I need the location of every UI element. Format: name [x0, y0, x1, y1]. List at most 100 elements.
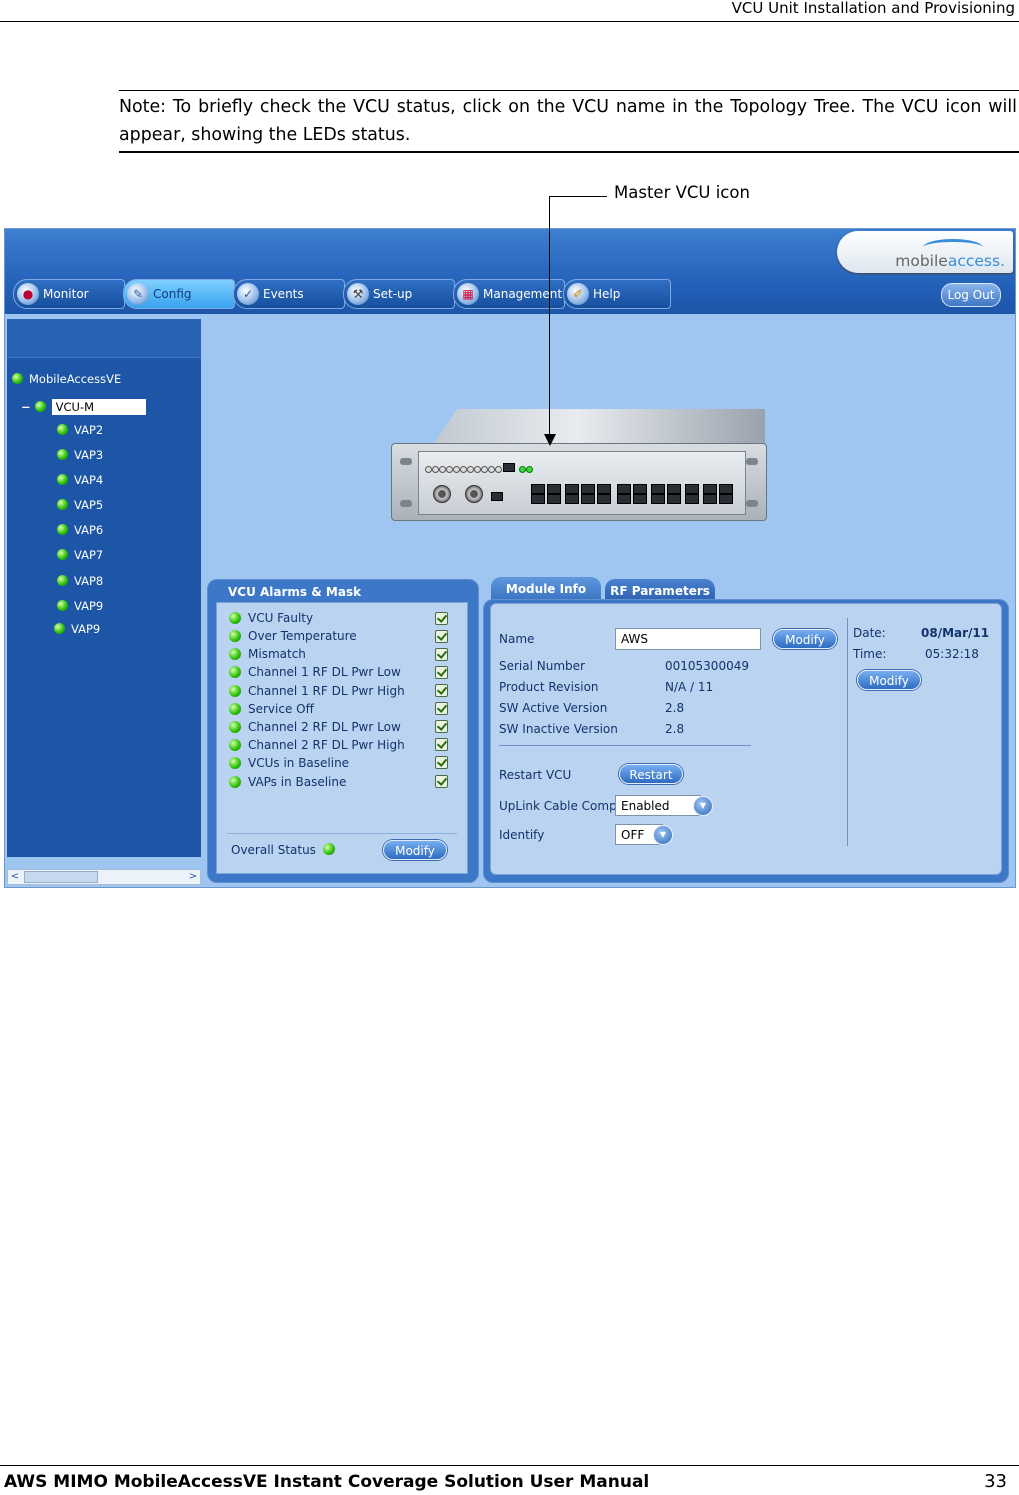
rack-ear-icon: [746, 500, 758, 507]
led-dot-icon: [446, 466, 453, 473]
tree-node-vap[interactable]: VAP9: [54, 621, 100, 637]
tab-module-info[interactable]: Module Info: [491, 577, 601, 601]
mask-checkbox[interactable]: [435, 775, 448, 788]
logout-button[interactable]: Log Out: [941, 283, 1001, 307]
tree-node-label: VAP6: [74, 523, 104, 537]
tree-node-vap[interactable]: VAP4: [57, 472, 103, 488]
app-screenshot: mobileaccess. ● Monitor ✎ Config ✓ Event…: [4, 228, 1016, 888]
tree-node-vap[interactable]: VAP7: [57, 547, 103, 563]
mask-checkbox[interactable]: [435, 648, 448, 661]
alarms-panel: VCU Alarms & Mask VCU Faulty Over Temper…: [207, 579, 479, 883]
overall-status-led-icon: [322, 843, 335, 855]
sfp-port-icon: [617, 484, 631, 494]
alarm-item: Over Temperature: [229, 628, 357, 644]
scroll-right-icon[interactable]: >: [186, 870, 200, 884]
sfp-port-icon: [547, 494, 561, 504]
alarm-item: VAPs in Baseline: [229, 774, 346, 790]
tab-monitor-label: Monitor: [43, 287, 89, 301]
restart-button[interactable]: Restart: [619, 764, 683, 784]
sfp-port-icon: [719, 484, 733, 494]
logo-text-a: mobile: [895, 252, 948, 270]
tree-scrollbar[interactable]: < >: [7, 869, 201, 885]
tree-root[interactable]: MobileAccessVE: [12, 371, 121, 387]
datetime-modify-button[interactable]: Modify: [857, 670, 921, 690]
tree-node-vap[interactable]: VAP3: [57, 447, 103, 463]
tree-node-vap[interactable]: VAP9: [57, 598, 103, 614]
mask-checkbox[interactable]: [435, 756, 448, 769]
status-led-icon: [229, 703, 241, 715]
sfp-port-icon: [633, 494, 647, 504]
scroll-left-icon[interactable]: <: [8, 870, 22, 884]
sfp-port-icon: [703, 484, 717, 494]
collapse-icon: −: [21, 400, 31, 414]
led-dot-icon: [474, 466, 481, 473]
name-modify-button[interactable]: Modify: [773, 629, 837, 649]
time-label: Time:: [853, 647, 887, 661]
status-led-icon: [229, 739, 241, 751]
name-field[interactable]: AWS: [615, 628, 761, 650]
mask-checkbox[interactable]: [435, 666, 448, 679]
help-icon: ✐: [567, 283, 589, 305]
divider: [499, 745, 751, 746]
sfp-port-icon: [651, 494, 665, 504]
overall-status: Overall Status: [231, 843, 341, 857]
restart-label: Restart VCU: [499, 768, 572, 782]
note-top-rule: [119, 90, 1019, 91]
status-led-icon: [34, 401, 46, 412]
sfp-port-icon: [531, 484, 545, 494]
sw-active-label: SW Active Version: [499, 701, 608, 715]
mask-checkbox[interactable]: [435, 684, 448, 697]
status-led-icon: [54, 623, 65, 634]
master-vcu-icon[interactable]: [391, 443, 767, 521]
scroll-thumb[interactable]: [24, 871, 98, 883]
led-dot-icon: [453, 466, 460, 473]
mask-checkbox[interactable]: [435, 702, 448, 715]
tab-monitor[interactable]: ● Monitor: [13, 279, 125, 309]
uplink-select[interactable]: Enabled: [615, 795, 701, 816]
tree-node-vap[interactable]: VAP2: [57, 422, 103, 438]
alarms-modify-button[interactable]: Modify: [383, 840, 447, 860]
led-dot-icon: [467, 466, 474, 473]
tree-node-vap[interactable]: VAP6: [57, 522, 103, 538]
status-led-icon: [57, 600, 68, 611]
sfp-port-icon: [651, 484, 665, 494]
mask-checkbox[interactable]: [435, 612, 448, 625]
tab-events[interactable]: ✓ Events: [233, 279, 345, 309]
tree-root-label: MobileAccessVE: [29, 372, 122, 386]
alarm-item: Service Off: [229, 701, 314, 717]
running-header: VCU Unit Installation and Provisioning: [731, 0, 1015, 17]
sfp-port-icon: [581, 484, 595, 494]
chevron-down-icon[interactable]: ▼: [653, 825, 673, 845]
status-led-icon: [229, 721, 241, 733]
alarms-list: VCU Faulty Over Temperature Mismatch Cha…: [216, 602, 468, 874]
date-label: Date:: [853, 626, 886, 640]
chevron-down-icon[interactable]: ▼: [693, 796, 713, 816]
module-info-body: Name AWS Modify Serial Number 0010530004…: [490, 603, 1002, 875]
tree-node-vap[interactable]: VAP5: [57, 497, 103, 513]
mask-checkbox[interactable]: [435, 738, 448, 751]
tree-node-vcu-m[interactable]: − VCU-M: [21, 399, 146, 415]
tab-config[interactable]: ✎ Config: [123, 279, 235, 309]
header-rule: [0, 21, 1019, 22]
tab-setup[interactable]: ⚒ Set-up: [343, 279, 455, 309]
tab-setup-label: Set-up: [373, 287, 413, 301]
mask-checkbox[interactable]: [435, 720, 448, 733]
footer-rule: [0, 1465, 1019, 1466]
date-value: 08/Mar/11: [921, 626, 990, 640]
time-value: 05:32:18: [925, 647, 979, 661]
page-number: 33: [984, 1471, 1007, 1492]
sfp-port-icon: [565, 494, 579, 504]
tree-node-label: VAP2: [74, 423, 104, 437]
led-dot-icon: [425, 466, 432, 473]
serial-value: 00105300049: [665, 659, 749, 673]
port-icon: [503, 463, 515, 472]
status-led-icon: [229, 776, 241, 788]
uplink-label: UpLink Cable Comp.: [499, 799, 621, 813]
sw-inactive-label: SW Inactive Version: [499, 722, 618, 736]
tab-help[interactable]: ✐ Help: [563, 279, 671, 309]
mask-checkbox[interactable]: [435, 630, 448, 643]
tree-node-vap[interactable]: VAP8: [57, 573, 103, 589]
identify-label: Identify: [499, 828, 545, 842]
status-led-icon: [57, 474, 68, 485]
status-led-icon: [229, 757, 241, 769]
